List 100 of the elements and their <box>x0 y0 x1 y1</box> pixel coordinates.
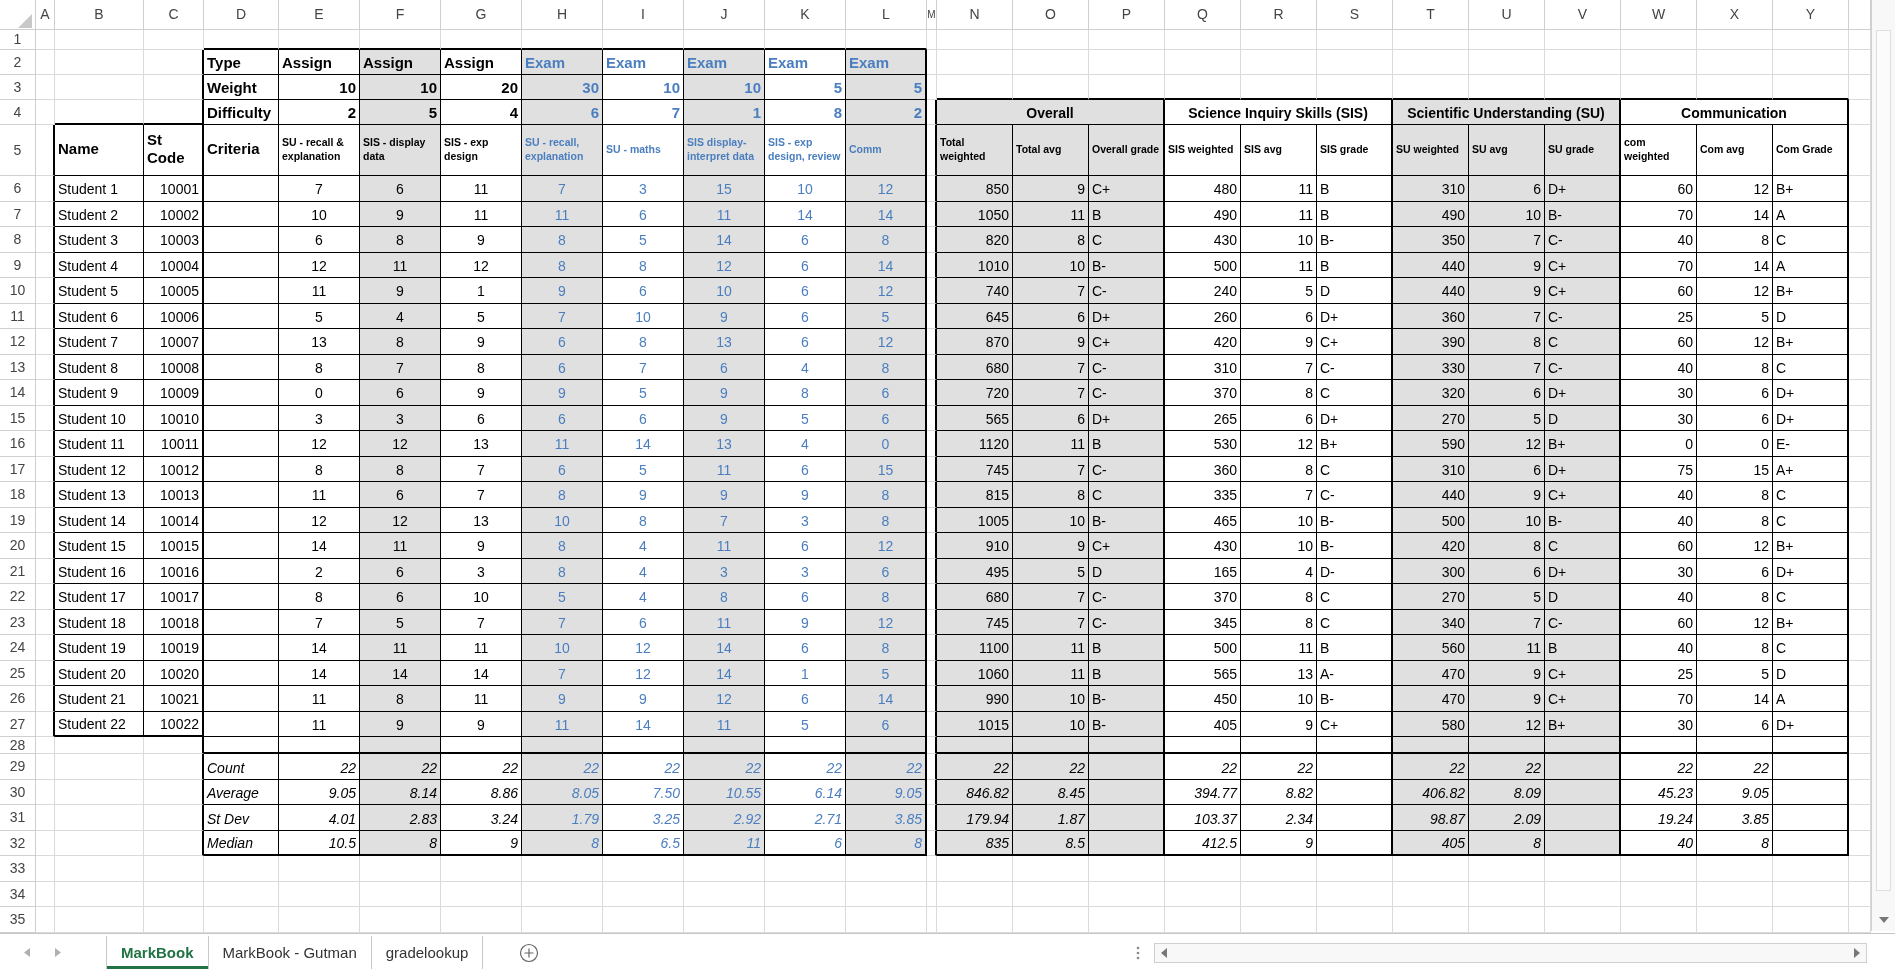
row-header[interactable]: 27 <box>0 711 36 737</box>
table-cell: 870 <box>937 329 1013 355</box>
row-header[interactable]: 8 <box>0 227 36 253</box>
row-header[interactable]: 5 <box>0 125 36 176</box>
column-header[interactable]: Q <box>1165 0 1241 30</box>
table-cell: 450 <box>1165 686 1241 712</box>
table-cell: 394.77 <box>1165 779 1241 806</box>
row-header[interactable]: 11 <box>0 303 36 329</box>
table-cell: 1100 <box>937 635 1013 661</box>
table-cell: 7 <box>522 609 603 635</box>
row-header[interactable]: 29 <box>0 754 36 780</box>
table-cell: SIS weighted <box>1165 125 1241 176</box>
row-header[interactable]: 6 <box>0 176 36 202</box>
column-header[interactable]: B <box>55 0 144 30</box>
column-header[interactable]: O <box>1013 0 1089 30</box>
row-header[interactable]: 19 <box>0 507 36 533</box>
table-cell: B+ <box>1773 533 1849 559</box>
left-arrow-icon[interactable] <box>1161 947 1167 958</box>
column-header[interactable]: E <box>279 0 360 30</box>
row-header[interactable]: 4 <box>0 100 36 125</box>
row-header[interactable]: 17 <box>0 456 36 482</box>
column-header[interactable]: W <box>1621 0 1697 30</box>
sheet-tab[interactable]: gradelookup <box>371 935 484 970</box>
row-header[interactable]: 15 <box>0 405 36 431</box>
add-sheet-icon[interactable] <box>519 942 540 963</box>
column-header[interactable]: M <box>927 0 937 30</box>
column-header[interactable]: U <box>1469 0 1545 30</box>
table-cell: 9 <box>1469 660 1545 686</box>
row-header[interactable]: 24 <box>0 635 36 661</box>
column-header[interactable]: X <box>1697 0 1773 30</box>
table-cell: C- <box>1545 227 1621 253</box>
table-cell: 12 <box>1697 278 1773 304</box>
table-cell: 11 <box>1013 660 1089 686</box>
right-arrow-icon[interactable] <box>1854 947 1860 958</box>
row-header[interactable]: 21 <box>0 558 36 584</box>
row-header[interactable]: 10 <box>0 278 36 304</box>
column-header[interactable]: Y <box>1773 0 1849 30</box>
column-header[interactable]: N <box>937 0 1013 30</box>
row-header[interactable]: 32 <box>0 830 36 857</box>
table-cell: 820 <box>937 227 1013 253</box>
table-cell: A <box>1773 252 1849 278</box>
column-header[interactable]: G <box>441 0 522 30</box>
column-header[interactable]: R <box>1241 0 1317 30</box>
horizontal-scrollbar[interactable] <box>1154 942 1867 963</box>
column-header[interactable]: I <box>603 0 684 30</box>
column-header[interactable]: C <box>144 0 204 30</box>
column-header[interactable]: A <box>36 0 55 30</box>
sheet-tab[interactable]: MarkBook - Gutman <box>208 935 372 970</box>
table-cell: B <box>1089 660 1165 686</box>
table-cell: 260 <box>1165 303 1241 329</box>
row-header[interactable]: 28 <box>0 737 36 755</box>
table-cell: 9 <box>1241 711 1317 737</box>
table-cell: 500 <box>1165 635 1241 661</box>
column-header[interactable]: D <box>204 0 279 30</box>
table-cell: 10005 <box>144 278 204 304</box>
row-header[interactable]: 12 <box>0 329 36 355</box>
column-header[interactable]: F <box>360 0 441 30</box>
row-header[interactable]: 26 <box>0 686 36 712</box>
column-header[interactable]: K <box>765 0 846 30</box>
row-header[interactable]: 13 <box>0 354 36 380</box>
row-header[interactable]: 16 <box>0 431 36 457</box>
row-header[interactable]: 23 <box>0 609 36 635</box>
select-all-icon[interactable] <box>18 13 32 28</box>
row-header[interactable]: 35 <box>0 907 36 933</box>
column-header[interactable]: S <box>1317 0 1393 30</box>
table-cell: SIS - display data <box>360 125 441 176</box>
row-header[interactable]: 2 <box>0 50 36 75</box>
column-header[interactable]: L <box>846 0 927 30</box>
table-cell: 10.55 <box>684 779 765 806</box>
row-header[interactable]: 1 <box>0 30 36 50</box>
column-header[interactable]: P <box>1089 0 1165 30</box>
column-header[interactable]: H <box>522 0 603 30</box>
row-header[interactable]: 34 <box>0 881 36 908</box>
row-header[interactable]: 30 <box>0 779 36 806</box>
table-cell: C <box>1089 227 1165 253</box>
vertical-scrollbar[interactable] <box>1871 0 1895 931</box>
row-header[interactable]: 14 <box>0 380 36 406</box>
row-header[interactable]: 18 <box>0 482 36 508</box>
column-header[interactable]: J <box>684 0 765 30</box>
column-header[interactable]: T <box>1393 0 1469 30</box>
row-header[interactable]: 25 <box>0 660 36 686</box>
right-arrow-icon[interactable] <box>55 948 61 958</box>
table-cell: 1010 <box>937 252 1013 278</box>
table-cell: 11 <box>360 252 441 278</box>
row-header[interactable]: 7 <box>0 201 36 227</box>
left-arrow-icon[interactable] <box>24 948 30 958</box>
scroll-thumb[interactable] <box>1876 30 1891 891</box>
row-header[interactable]: 3 <box>0 75 36 100</box>
table-cell: 14 <box>684 660 765 686</box>
table-cell: St Code <box>144 125 204 176</box>
column-header[interactable]: V <box>1545 0 1621 30</box>
row-header[interactable]: 31 <box>0 805 36 831</box>
more-options-icon[interactable] <box>1136 945 1140 960</box>
row-header[interactable]: 33 <box>0 856 36 882</box>
table-cell: 6 <box>522 354 603 380</box>
row-header[interactable]: 22 <box>0 584 36 610</box>
row-header[interactable]: 20 <box>0 533 36 559</box>
sheet-tab[interactable]: MarkBook <box>107 935 209 970</box>
down-arrow-icon[interactable] <box>1879 917 1889 923</box>
row-header[interactable]: 9 <box>0 252 36 278</box>
